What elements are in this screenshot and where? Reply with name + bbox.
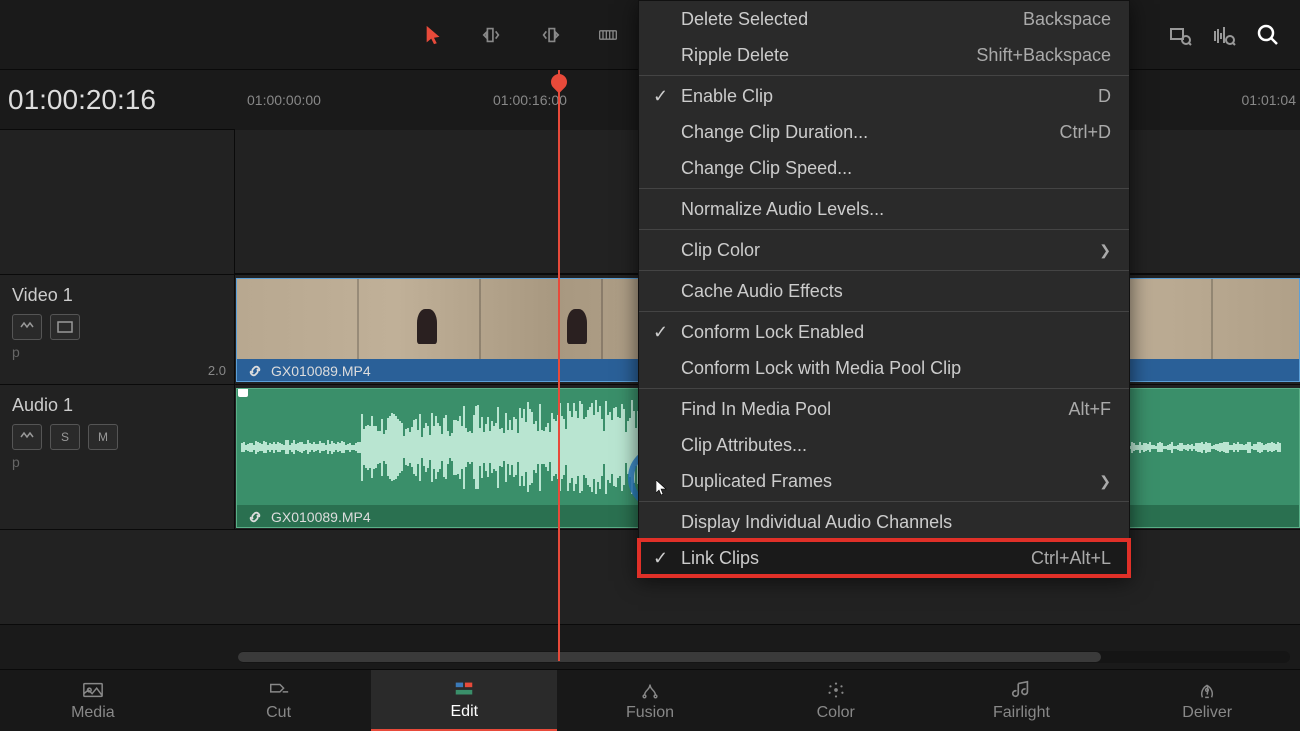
menu-separator	[639, 388, 1129, 389]
track-p: p	[12, 344, 222, 360]
ruler-tick: 01:00:16:00	[493, 92, 567, 108]
menu-ripple-delete[interactable]: Ripple Delete Shift+Backspace	[639, 37, 1129, 73]
check-icon: ✓	[653, 322, 668, 343]
menu-separator	[639, 188, 1129, 189]
track-auto-select-icon[interactable]	[12, 314, 42, 340]
link-icon	[247, 509, 263, 525]
nav-edit[interactable]: Edit	[371, 670, 557, 731]
nav-color[interactable]: Color	[743, 670, 929, 731]
solo-button[interactable]: S	[50, 424, 80, 450]
menu-separator	[639, 75, 1129, 76]
blade-tool-icon[interactable]	[594, 21, 622, 49]
nav-deliver[interactable]: Deliver	[1114, 670, 1300, 731]
video-track-name: Video 1	[12, 285, 222, 306]
ruler-tick: 01:01:04	[1242, 92, 1297, 108]
search-icon[interactable]	[1256, 23, 1280, 47]
menu-clip-color[interactable]: Clip Color ❯	[639, 232, 1129, 268]
menu-normalize-audio[interactable]: Normalize Audio Levels...	[639, 191, 1129, 227]
track-p: p	[12, 454, 222, 470]
scrollbar-thumb[interactable]	[238, 652, 1101, 662]
nav-cut[interactable]: Cut	[186, 670, 372, 731]
menu-separator	[639, 311, 1129, 312]
track-auto-select-icon[interactable]	[12, 424, 42, 450]
menu-delete-selected[interactable]: Delete Selected Backspace	[639, 1, 1129, 37]
clip-context-menu: Delete Selected Backspace Ripple Delete …	[638, 0, 1130, 577]
ruler-tick: 01:00:00:00	[247, 92, 321, 108]
menu-change-duration[interactable]: Change Clip Duration... Ctrl+D	[639, 114, 1129, 150]
deliver-icon	[1196, 680, 1218, 700]
edit-icon	[453, 679, 475, 699]
audio-track-name: Audio 1	[12, 395, 222, 416]
menu-display-audio-channels[interactable]: Display Individual Audio Channels	[639, 504, 1129, 540]
audio-track-header[interactable]: 2.0 Audio 1 S M p	[0, 385, 235, 529]
menu-separator	[639, 270, 1129, 271]
menu-duplicated-frames[interactable]: Duplicated Frames ❯	[639, 463, 1129, 499]
menu-find-in-media-pool[interactable]: Find In Media Pool Alt+F	[639, 391, 1129, 427]
video-clip-name: GX010089.MP4	[271, 363, 371, 379]
fairlight-icon	[1010, 680, 1032, 700]
selection-tool-icon[interactable]	[420, 21, 448, 49]
video-track-header[interactable]: Video 1 p	[0, 275, 235, 384]
audio-clip-name: GX010089.MP4	[271, 509, 371, 525]
zoom-fit-icon[interactable]	[1212, 23, 1236, 47]
menu-conform-pool[interactable]: Conform Lock with Media Pool Clip	[639, 350, 1129, 386]
trim-out-tool-icon[interactable]	[536, 21, 564, 49]
menu-link-clips[interactable]: ✓ Link Clips Ctrl+Alt+L	[639, 540, 1129, 576]
nav-media[interactable]: Media	[0, 670, 186, 731]
audio-channels: 2.0	[208, 363, 226, 378]
timeline-horizontal-scrollbar[interactable]	[238, 651, 1290, 663]
menu-change-speed[interactable]: Change Clip Speed...	[639, 150, 1129, 186]
zoom-out-icon[interactable]	[1168, 23, 1192, 47]
workspace-nav: Media Cut Edit Fusion Color Fairlight De…	[0, 669, 1300, 731]
cut-icon	[268, 680, 290, 700]
media-icon	[82, 680, 104, 700]
menu-cache-audio[interactable]: Cache Audio Effects	[639, 273, 1129, 309]
submenu-arrow-icon: ❯	[1099, 242, 1111, 259]
menu-enable-clip[interactable]: ✓ Enable Clip D	[639, 78, 1129, 114]
mute-button[interactable]: M	[88, 424, 118, 450]
link-icon	[247, 363, 263, 379]
menu-separator	[639, 501, 1129, 502]
nav-fairlight[interactable]: Fairlight	[929, 670, 1115, 731]
menu-conform-lock[interactable]: ✓ Conform Lock Enabled	[639, 314, 1129, 350]
check-icon: ✓	[653, 548, 668, 569]
trim-in-tool-icon[interactable]	[478, 21, 506, 49]
current-timecode: 01:00:20:16	[0, 84, 235, 116]
color-icon	[825, 680, 847, 700]
check-icon: ✓	[653, 86, 668, 107]
menu-clip-attributes[interactable]: Clip Attributes...	[639, 427, 1129, 463]
menu-separator	[639, 229, 1129, 230]
track-thumbnail-icon[interactable]	[50, 314, 80, 340]
nav-fusion[interactable]: Fusion	[557, 670, 743, 731]
fusion-icon	[639, 680, 661, 700]
submenu-arrow-icon: ❯	[1099, 473, 1111, 490]
